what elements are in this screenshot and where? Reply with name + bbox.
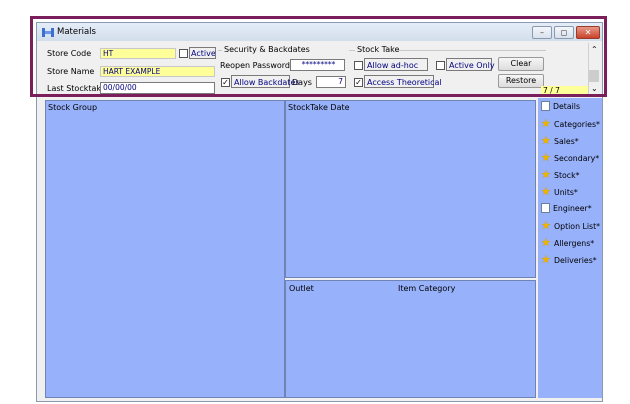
star-icon: ★ <box>541 253 551 266</box>
document-icon <box>541 203 550 213</box>
star-icon: ★ <box>541 151 551 164</box>
sidebar-item-label: Units* <box>554 188 578 197</box>
sidebar-item-categories[interactable]: ★ Categories* <box>541 117 600 134</box>
sidebar-item-label: Allergens* <box>554 239 595 248</box>
sidebar-item-deliveries[interactable]: ★ Deliveries* <box>541 253 597 270</box>
outlet-category-panel[interactable] <box>285 280 536 398</box>
sidebar-item-label: Engineer* <box>553 204 592 213</box>
document-icon <box>541 101 550 111</box>
sidebar-item-sales[interactable]: ★ Sales* <box>541 134 579 151</box>
sidebar-item-secondary[interactable]: ★ Secondary* <box>541 151 599 168</box>
star-icon: ★ <box>541 219 551 232</box>
item-category-heading: Item Category <box>398 284 456 293</box>
sidebar-item-details[interactable]: Details <box>541 100 580 117</box>
star-icon: ★ <box>541 117 551 130</box>
sidebar-item-option-list[interactable]: ★ Option List* <box>541 219 600 236</box>
sidebar-item-label: Deliveries* <box>554 256 597 265</box>
sidebar-item-label: Sales* <box>554 137 579 146</box>
sidebar-item-label: Details <box>553 102 581 111</box>
sidebar-item-label: Secondary* <box>554 154 600 163</box>
star-icon: ★ <box>541 168 551 181</box>
star-icon: ★ <box>541 236 551 249</box>
star-icon: ★ <box>541 134 551 147</box>
stocktake-date-heading: StockTake Date <box>288 103 350 112</box>
outlet-heading: Outlet <box>289 284 314 293</box>
sidebar-item-engineer[interactable]: Engineer* <box>541 202 592 219</box>
sidebar-item-stock[interactable]: ★ Stock* <box>541 168 579 185</box>
sidebar-item-label: Stock* <box>554 171 580 180</box>
star-icon: ★ <box>541 185 551 198</box>
stock-group-panel[interactable] <box>45 100 285 398</box>
highlight-frame <box>30 16 607 97</box>
sidebar-item-units[interactable]: ★ Units* <box>541 185 578 202</box>
stock-group-heading: Stock Group <box>48 103 98 112</box>
sidebar-item-allergens[interactable]: ★ Allergens* <box>541 236 594 253</box>
sidebar-item-label: Option List* <box>554 222 601 231</box>
stocktake-date-panel[interactable] <box>285 100 536 278</box>
sidebar-item-label: Categories* <box>554 120 600 129</box>
